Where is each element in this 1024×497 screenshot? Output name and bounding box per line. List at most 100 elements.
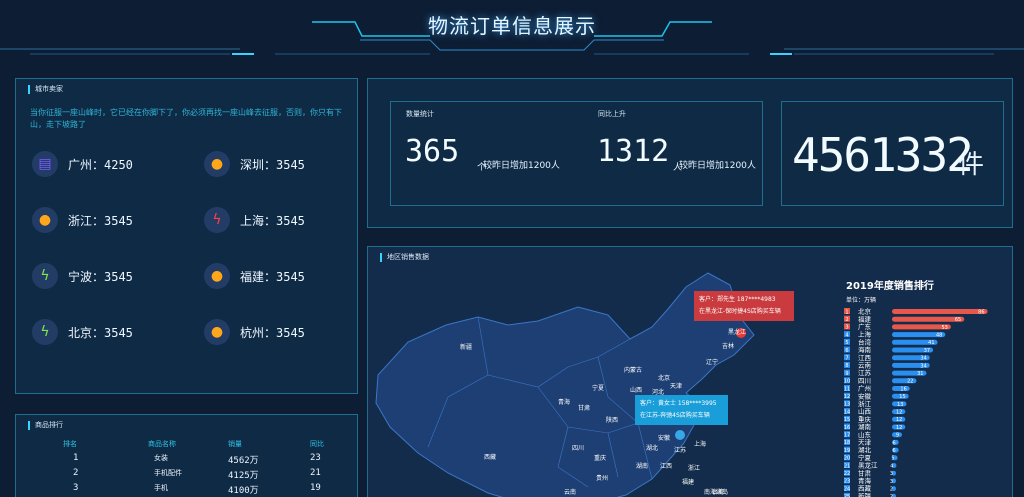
rank-value-label: 31 [917,371,923,377]
rank-number: 23 [844,479,850,485]
map-region-label: 西藏 [484,454,497,461]
city-panel: 城市卖家 当你征服一座山峰时，它已经在你脚下了，你必须再找一座山峰去征服，否则，… [15,78,358,394]
rank-category-label: 湖南 [858,422,872,431]
city-item-label: 宁波：3545 [68,269,133,284]
rank-value-label: 16 [900,386,906,392]
map-region-label: 内蒙古 [624,367,643,374]
rank-number: 1 [845,309,848,315]
count-label: 数量统计 [406,110,434,118]
city-item: ϟ 上海：3545 [204,205,374,235]
product-table-cell: 23 [310,453,321,463]
rank-category-label: 海南 [858,345,872,354]
bolt-icon: ϟ [32,263,58,289]
map-region-label: 南海诸岛 [704,489,729,496]
city-panel-title: 城市卖家 [28,85,63,94]
rank-value-label: 12 [896,425,902,431]
product-table-cell: 女装 [154,454,168,462]
city-item: ● 福建：3545 [204,261,374,291]
city-item: ▤ 广州：4250 [32,149,202,179]
product-table-cell: 19 [310,483,321,493]
product-table-header: 排名 [63,440,77,448]
rank-chart: 1 北京 862 福建 653 广东 534 上海 485 台湾 416 海南 377 江西 348 云南 34… [844,307,988,497]
map-region-label: 黑龙江 [728,329,747,336]
stats-panel: 数量统计 365 个 较昨日增加1200人 同比上升 1312 人 较昨日增加1… [367,78,1013,228]
rank-value-label: 3 [890,479,893,485]
rank-value-label: 6 [892,440,895,446]
product-table-cell: 3 [73,483,79,493]
rank-bar [892,316,965,322]
map-region-label: 陕西 [606,417,619,424]
rank-value-label: 86 [978,309,984,315]
rank-number: 6 [845,348,848,354]
rank-category-label: 广东 [858,322,872,331]
map-panel: 地区销售数据 新疆 西藏 青海 甘肃 内蒙古 宁夏 陕西 山西 河北 北京 天津 辽宁 吉林 黑龙江 四川重… [367,246,1013,497]
dashboard: 物流订单信息展示 城市卖家 当你征服一座山峰时，它已经在你脚下了，你必须再找一座… [0,0,1024,497]
rank-category-label: 重庆 [858,414,872,423]
map-region-label: 贵州 [596,475,609,482]
header: 物流订单信息展示 [0,0,1024,64]
rank-number: 22 [844,471,850,477]
map-region-label: 安徽 [658,435,671,442]
product-table-cell: 1 [73,453,79,463]
bolt-icon: ϟ [32,319,58,345]
rank-number: 17 [844,433,850,439]
city-item-label: 福建：3545 [240,269,305,284]
map-region-label: 江苏 [674,447,687,454]
city-item: ● 浙江：3545 [32,205,202,235]
map-region-label: 上海 [694,441,707,448]
rank-value-label: 12 [896,410,902,416]
count-value: 365 [405,134,460,169]
popup-customer-zheng: 客户：郑先生 187****4983 在黑龙江-保时捷4S店购买车辆 [694,291,794,321]
map-region-label: 福建 [682,479,695,486]
product-table-cell: 手机配件 [154,469,182,477]
rank-value-label: 3 [890,471,893,477]
product-table-header: 商品名称 [148,440,176,448]
city-item-label: 浙江：3545 [68,213,133,228]
map-region-label: 云南 [564,489,577,496]
map-region-label: 重庆 [594,455,607,462]
growth-label: 同比上升 [598,110,626,118]
rank-number: 3 [845,325,848,331]
rank-category-label: 台湾 [858,337,872,346]
rank-number: 15 [844,417,850,423]
map-region-label: 北京 [658,375,671,382]
product-panel: 商品排行 排名 商品名称 销量 同比 1 女装 4562万 23 2 手机配件 4125万 21 3 手机… [15,414,358,497]
rank-value-label: 6 [892,448,895,454]
city-item-label: 广州：4250 [68,157,133,172]
city-item-label: 北京：3545 [68,325,133,340]
map-region-label: 辽宁 [706,359,719,366]
map-region-label: 天津 [670,383,683,390]
rank-category-label: 上海 [858,330,872,339]
city-item: ● 深圳：3545 [204,149,374,179]
rank-number: 12 [844,394,850,400]
rank-category-label: 西藏 [858,484,872,493]
rank-chart-unit: 单位：万辆 [846,297,877,304]
product-table-header: 销量 [228,440,242,448]
rank-value-label: 22 [907,379,913,385]
map-region-label: 新疆 [460,344,473,351]
rank-value-label: 9 [896,433,899,439]
map-marker-jiangsu[interactable] [675,430,685,440]
product-table-header: 同比 [310,440,324,448]
map-region-label: 青海 [558,399,571,406]
map-region-label: 江西 [660,463,673,470]
rank-category-label: 青海 [858,476,872,485]
product-table-cell: 4100万 [228,486,259,496]
page-title: 物流订单信息展示 [428,14,596,38]
rank-number: 9 [845,371,848,377]
city-item: ϟ 宁波：3545 [32,261,202,291]
rank-category-label: 江苏 [858,368,872,377]
rank-value-label: 37 [924,348,930,354]
rank-category-label: 安徽 [858,391,872,400]
city-item-label: 深圳：3545 [240,157,305,172]
rank-category-label: 浙江 [858,399,872,408]
rank-category-label: 甘肃 [858,468,872,477]
rank-category-label: 北京 [858,307,872,316]
growth-note: 较昨日增加1200人 [679,161,756,171]
total-unit: 件 [958,150,985,180]
rank-value-label: 12 [896,417,902,423]
city-item: ϟ 北京：3545 [32,317,202,347]
bulb-icon: ● [204,151,230,177]
stats-box-left: 数量统计 365 个 较昨日增加1200人 同比上升 1312 人 较昨日增加1… [390,101,763,206]
rank-value-label: 34 [920,363,926,369]
